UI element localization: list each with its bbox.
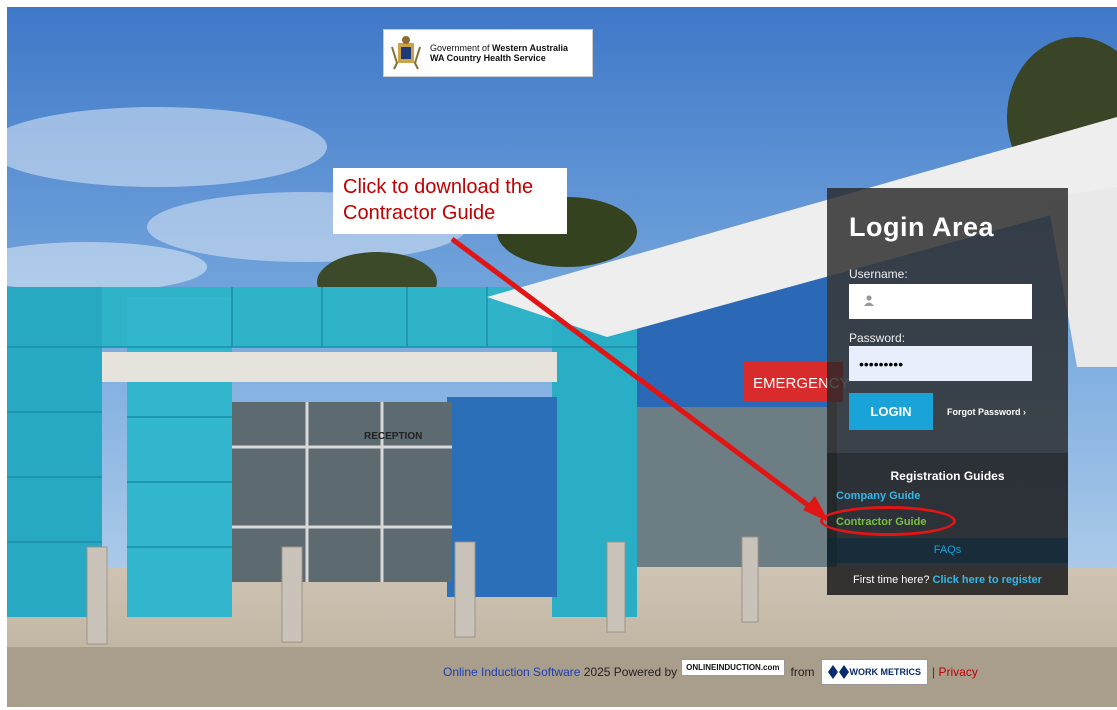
registration-guides-title: Registration Guides — [890, 469, 1005, 483]
register-link[interactable]: Click here to register — [933, 574, 1042, 586]
forgot-password-label: Forgot Password — [947, 407, 1021, 417]
footer: Online Induction Software 2025 Powered b… — [443, 654, 978, 690]
password-input[interactable] — [849, 346, 1032, 381]
work-metrics-logo[interactable]: WORK METRICS — [820, 659, 929, 685]
company-guide-link[interactable]: Company Guide — [836, 490, 920, 502]
online-induction-logo[interactable]: ONLINEINDUCTION.com — [681, 658, 785, 676]
online-induction-software-link[interactable]: Online Induction Software — [443, 665, 580, 679]
login-button[interactable]: LOGIN — [849, 393, 933, 430]
logo-line1-bold: Western Australia — [492, 43, 569, 53]
contractor-guide-highlight — [820, 506, 956, 536]
forgot-password-link[interactable]: Forgot Password › — [947, 407, 1026, 417]
callout-line2: Contractor Guide — [343, 202, 496, 224]
first-time-text: First time here? — [853, 574, 930, 586]
callout-line1: Click to download the — [343, 176, 534, 198]
chevron-right-icon: › — [1023, 407, 1027, 417]
first-time-line: First time here? Click here to register — [827, 574, 1068, 586]
username-label: Username: — [849, 267, 908, 281]
logo-line1-prefix: Government of — [430, 43, 493, 53]
from-text: from — [790, 665, 815, 679]
reception-sign: RECEPTION — [364, 431, 422, 442]
login-title: Login Area — [849, 212, 995, 242]
password-label: Password: — [849, 331, 906, 345]
coat-of-arms-icon — [391, 36, 421, 70]
privacy-link[interactable]: Privacy — [938, 665, 977, 679]
username-input[interactable] — [849, 284, 1032, 319]
download-callout: Click to download the Contractor Guide — [333, 168, 567, 234]
powered-by-text: 2025 Powered by — [583, 665, 678, 679]
work-metrics-label: WORK METRICS — [849, 667, 922, 677]
login-panel: Login Area Username: Password: LOGIN For… — [827, 188, 1068, 453]
government-logo: Government of Western Australia WA Count… — [383, 29, 593, 77]
logo-line2: WA Country Health Service — [430, 53, 546, 63]
work-metrics-icon — [827, 665, 849, 679]
user-icon — [864, 295, 874, 306]
faqs-link[interactable]: FAQs — [827, 538, 1068, 563]
